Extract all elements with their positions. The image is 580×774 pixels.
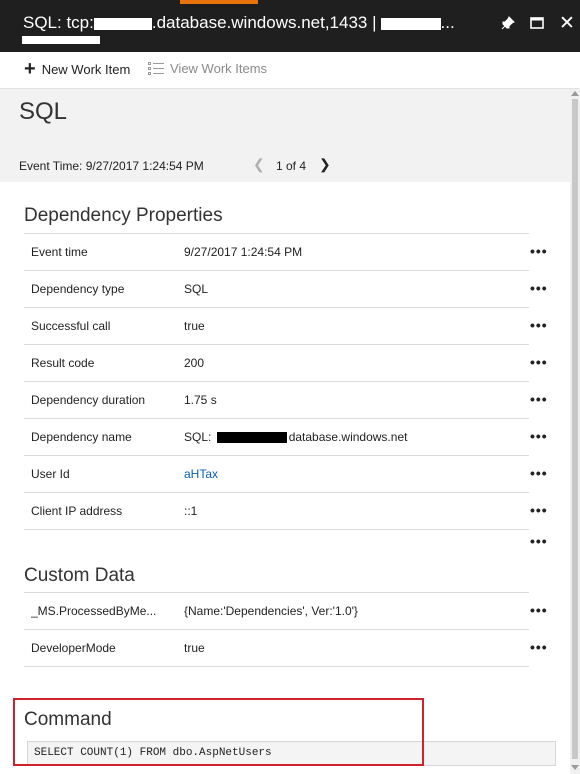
custom-row-processed-by: _MS.ProcessedByMe... {Name:'Dependencies… xyxy=(24,593,547,630)
more-options-icon[interactable]: ••• xyxy=(530,280,548,296)
more-options-icon[interactable]: ••• xyxy=(530,639,548,655)
page-title: SQL xyxy=(19,98,68,125)
property-value: true xyxy=(184,641,205,655)
event-time: Event Time: 9/27/2017 1:24:54 PM xyxy=(19,159,204,173)
dependency-properties-table: Event time 9/27/2017 1:24:54 PM ••• Depe… xyxy=(24,233,547,530)
property-value: ::1 xyxy=(184,504,198,518)
property-key: User Id xyxy=(31,467,70,481)
user-id-link[interactable]: aHTax xyxy=(184,467,218,481)
property-value: 9/27/2017 1:24:54 PM xyxy=(184,245,303,259)
redaction-block xyxy=(216,432,287,444)
property-key: Successful call xyxy=(31,319,111,333)
view-work-items-button[interactable]: View Work Items xyxy=(148,61,267,76)
view-work-items-label: View Work Items xyxy=(170,61,268,76)
scroll-up-icon[interactable] xyxy=(571,91,579,96)
more-options-icon[interactable]: ••• xyxy=(530,317,548,333)
property-value: SQL xyxy=(184,282,209,296)
property-row-successful-call: Successful call true ••• xyxy=(24,308,547,345)
property-value: true xyxy=(184,319,205,333)
more-options-icon[interactable]: ••• xyxy=(530,391,548,407)
property-row-dependency-name: Dependency name SQL: database.windows.ne… xyxy=(24,419,547,456)
property-value: SQL: database.windows.net xyxy=(184,430,407,444)
property-key: Dependency type xyxy=(31,282,125,296)
more-options-icon[interactable]: ••• xyxy=(530,354,548,370)
more-options-icon[interactable]: ••• xyxy=(530,428,548,444)
more-options-icon[interactable]: ••• xyxy=(530,243,548,259)
property-key: Client IP address xyxy=(31,504,123,518)
new-work-item-label: New Work Item xyxy=(41,61,131,77)
pager-count: 1 of 4 xyxy=(276,159,307,173)
scroll-thumb[interactable] xyxy=(572,99,578,759)
checklist-icon xyxy=(148,61,164,76)
window-titlebar: SQL: tcp: .database.windows.net,1433 |...… xyxy=(0,0,580,52)
property-row-dependency-duration: Dependency duration 1.75 s ••• xyxy=(24,382,547,419)
property-row-dependency-type: Dependency type SQL ••• xyxy=(24,271,547,308)
title-redaction xyxy=(380,17,441,30)
property-row-event-time: Event time 9/27/2017 1:24:54 PM ••• xyxy=(24,234,547,271)
pin-icon[interactable] xyxy=(498,12,518,34)
property-value: {Name:'Dependencies', Ver:'1.0'} xyxy=(184,604,358,618)
more-options-icon[interactable]: ••• xyxy=(530,602,548,618)
property-value: 1.75 s xyxy=(184,393,217,407)
dependency-name-suffix: database.windows.net xyxy=(288,430,408,444)
highlight-box xyxy=(13,698,424,766)
property-row-client-ip: Client IP address ::1 ••• xyxy=(24,493,547,530)
property-row-user-id: User Id aHTax ••• xyxy=(24,456,547,493)
maximize-icon[interactable] xyxy=(527,12,547,34)
property-key: _MS.ProcessedByMe... xyxy=(31,604,157,618)
title-prefix: SQL: tcp: xyxy=(23,13,94,32)
details-header: SQL Event Time: 9/27/2017 1:24:54 PM ❮ 1… xyxy=(0,89,570,182)
property-key: Dependency duration xyxy=(31,393,146,407)
property-key: Event time xyxy=(31,245,88,259)
new-work-item-button[interactable]: + New Work Item xyxy=(24,58,131,80)
custom-data-table: _MS.ProcessedByMe... {Name:'Dependencies… xyxy=(24,592,547,667)
property-key: Dependency name xyxy=(31,430,132,444)
property-key: DeveloperMode xyxy=(31,641,116,655)
property-key: Result code xyxy=(31,356,95,370)
more-options-icon[interactable]: ••• xyxy=(530,465,548,481)
property-row-result-code: Result code 200 ••• xyxy=(24,345,547,382)
close-icon[interactable]: ✕ xyxy=(557,12,577,34)
title-subtitle-redaction xyxy=(22,36,100,44)
dependency-properties-title: Dependency Properties xyxy=(24,205,223,226)
chevron-right-icon[interactable]: ❯ xyxy=(319,156,331,173)
title-redaction xyxy=(93,17,152,30)
more-options-icon[interactable]: ••• xyxy=(530,533,548,549)
scroll-down-icon[interactable] xyxy=(571,765,579,770)
command-toolbar: + New Work Item View Work Items xyxy=(0,52,580,89)
plus-icon: + xyxy=(24,58,36,80)
custom-row-developer-mode: DeveloperMode true ••• xyxy=(24,630,547,667)
title-suffix: ... xyxy=(440,13,455,32)
title-middle: .database.windows.net,1433 | xyxy=(151,13,377,32)
more-options-icon[interactable]: ••• xyxy=(530,502,548,518)
vertical-scrollbar[interactable] xyxy=(570,89,580,774)
property-value: 200 xyxy=(184,356,205,370)
custom-data-title: Custom Data xyxy=(24,565,135,586)
title-accent-bar xyxy=(180,0,258,4)
chevron-left-icon[interactable]: ❮ xyxy=(253,156,265,173)
dependency-name-prefix: SQL: xyxy=(184,430,212,444)
window-title: SQL: tcp: .database.windows.net,1433 |... xyxy=(23,13,455,33)
